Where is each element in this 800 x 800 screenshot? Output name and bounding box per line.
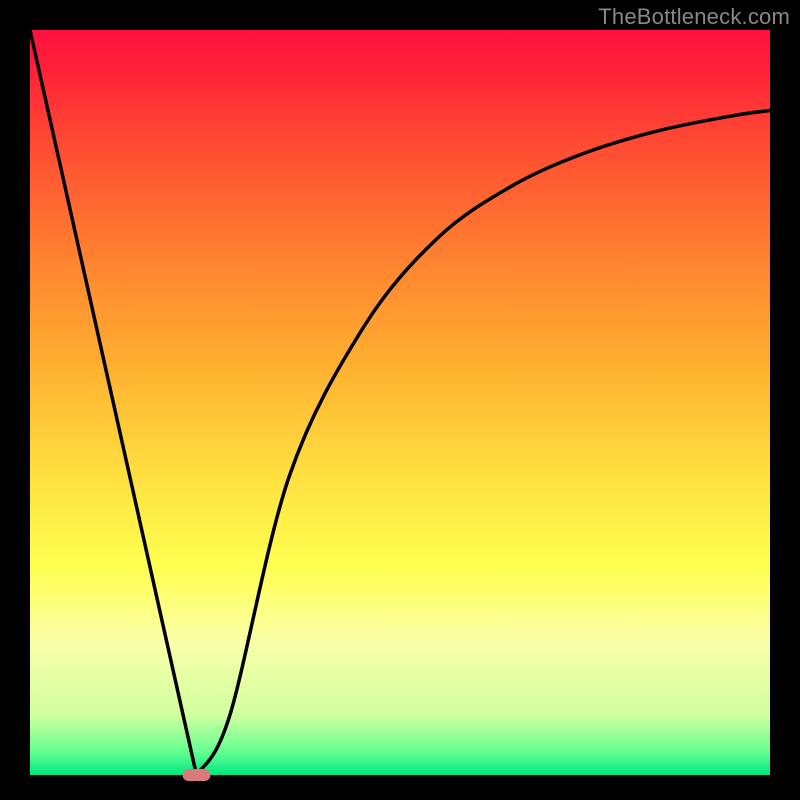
minimum-marker	[183, 769, 211, 781]
watermark-text: TheBottleneck.com	[598, 4, 790, 30]
gradient-background	[30, 30, 770, 775]
chart-container: TheBottleneck.com	[0, 0, 800, 800]
chart-svg	[0, 0, 800, 800]
